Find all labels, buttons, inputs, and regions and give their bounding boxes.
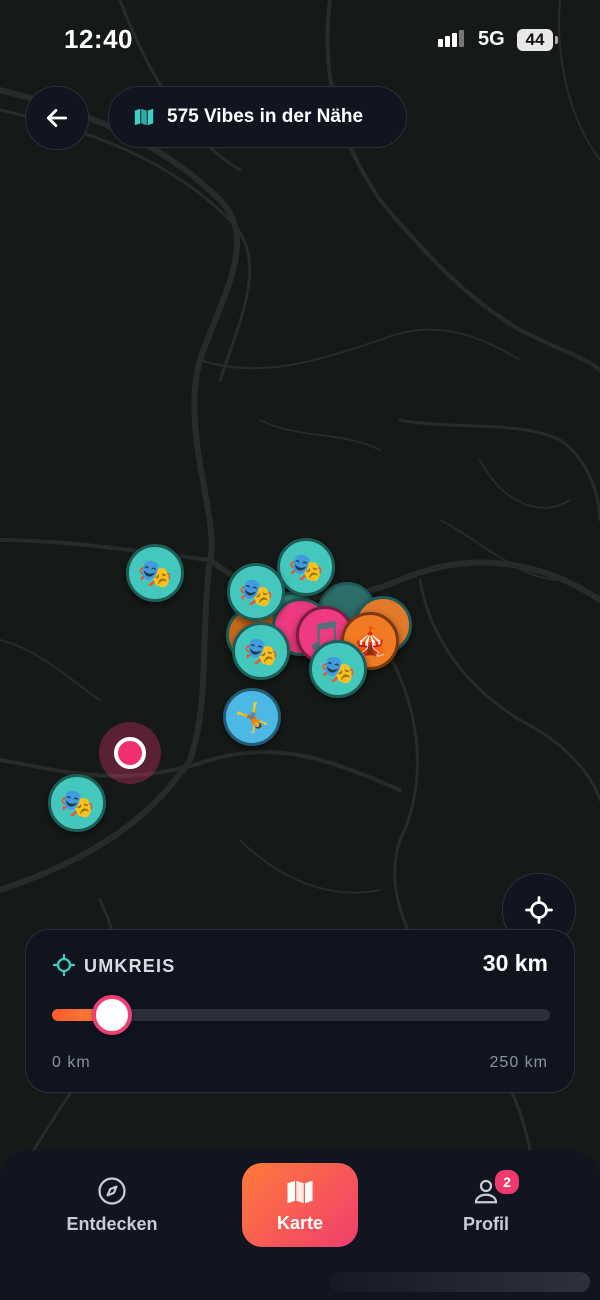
event-marker-theater[interactable]: 🎭 [48,774,106,832]
crosshair-icon [52,953,76,977]
status-time: 12:40 [64,24,133,54]
status-bar: 12:40 5G 44 [0,0,600,80]
back-button[interactable] [25,86,89,150]
user-location-marker [99,722,161,784]
event-marker-theater[interactable]: 🎭 [126,544,184,602]
radius-slider[interactable] [52,995,550,1035]
event-marker-theater[interactable]: 🎭 [309,640,367,698]
arrow-left-icon [46,109,68,127]
home-indicator [330,1272,590,1292]
signal-icon [438,30,464,47]
nav-label-profil: Profil [462,1213,509,1234]
theater-icon: 🎭 [243,635,279,667]
nav-label-entdecken: Entdecken [66,1213,158,1234]
gymnastics-icon: 🤸 [234,701,270,733]
event-marker-theater[interactable]: 🎭 [232,622,290,680]
theater-icon: 🎭 [238,576,274,608]
theater-icon: 🎭 [137,557,173,589]
radius-slider-thumb[interactable] [92,995,132,1035]
network-label: 5G [478,28,505,50]
radius-card: UMKREIS 30 km 0 km 250 km [25,929,575,1093]
radius-title: UMKREIS [84,956,176,976]
vibes-count-pill[interactable]: 575 Vibes in der Nähe [108,86,407,148]
compass-icon [98,1176,126,1205]
radius-max-label: 250 km [489,1054,548,1071]
theater-icon: 🎭 [59,787,95,819]
theater-icon: 🎭 [288,551,324,583]
battery-icon: 44 [517,29,558,51]
nav-item-karte[interactable]: Karte [242,1163,358,1247]
event-marker-theater[interactable]: 🎭 [277,538,335,596]
event-marker-gymnastics[interactable]: 🤸 [223,688,281,746]
map-icon [134,108,154,126]
nav-label-karte: Karte [276,1212,324,1233]
profile-notification-badge: 2 [493,1168,521,1196]
event-marker-theater[interactable]: 🎭 [227,563,285,621]
vibes-count-label: 575 Vibes in der Nähe [167,106,364,127]
nav-item-entdecken[interactable]: Entdecken [56,1150,168,1260]
radius-value: 30 km [482,950,548,976]
nav-item-profil[interactable]: Profil [440,1150,532,1260]
map-icon [287,1180,313,1203]
radius-min-label: 0 km [52,1054,91,1071]
crosshair-icon [525,896,553,924]
theater-icon: 🎭 [320,653,356,685]
